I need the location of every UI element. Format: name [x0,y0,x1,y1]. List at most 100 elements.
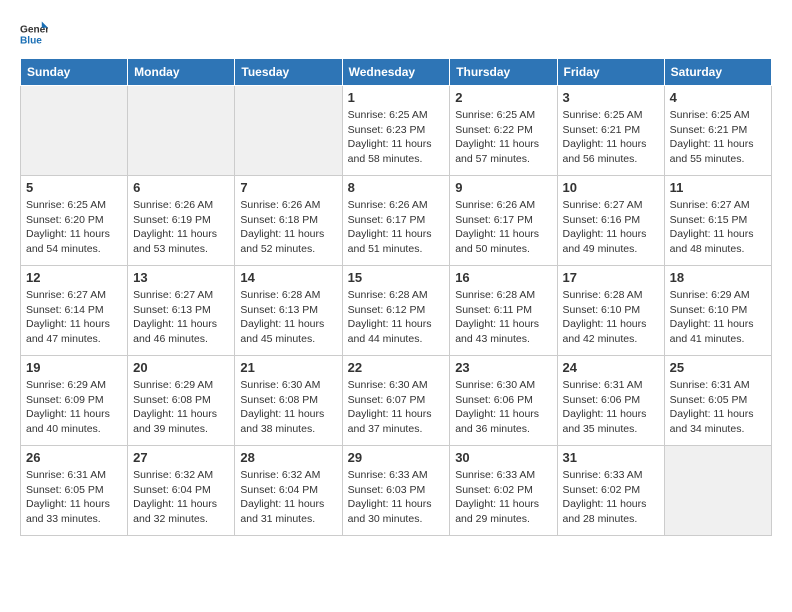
day-number: 11 [670,180,766,195]
cell-content: Sunrise: 6:29 AMSunset: 6:09 PMDaylight:… [26,378,122,437]
day-number: 18 [670,270,766,285]
calendar-cell: 11 Sunrise: 6:27 AMSunset: 6:15 PMDayligh… [664,176,771,266]
day-number: 7 [240,180,336,195]
day-number: 10 [563,180,659,195]
weekday-header-thursday: Thursday [450,59,557,86]
week-row-4: 19 Sunrise: 6:29 AMSunset: 6:09 PMDayligh… [21,356,772,446]
calendar-cell [21,86,128,176]
cell-content: Sunrise: 6:25 AMSunset: 6:21 PMDaylight:… [670,108,766,167]
day-number: 12 [26,270,122,285]
day-number: 25 [670,360,766,375]
day-number: 24 [563,360,659,375]
cell-content: Sunrise: 6:32 AMSunset: 6:04 PMDaylight:… [133,468,229,527]
svg-text:Blue: Blue [20,35,42,46]
week-row-2: 5 Sunrise: 6:25 AMSunset: 6:20 PMDaylight… [21,176,772,266]
cell-content: Sunrise: 6:26 AMSunset: 6:19 PMDaylight:… [133,198,229,257]
day-number: 23 [455,360,551,375]
calendar-cell: 14 Sunrise: 6:28 AMSunset: 6:13 PMDayligh… [235,266,342,356]
cell-content: Sunrise: 6:28 AMSunset: 6:12 PMDaylight:… [348,288,445,347]
cell-content: Sunrise: 6:27 AMSunset: 6:14 PMDaylight:… [26,288,122,347]
cell-content: Sunrise: 6:25 AMSunset: 6:23 PMDaylight:… [348,108,445,167]
calendar-cell: 20Sunrise: 6:29 AMSunset: 6:08 PMDayligh… [128,356,235,446]
cell-content: Sunrise: 6:30 AMSunset: 6:08 PMDaylight:… [240,378,336,437]
week-row-5: 26 Sunrise: 6:31 AMSunset: 6:05 PMDayligh… [21,446,772,536]
day-number: 19 [26,360,122,375]
calendar-cell: 6 Sunrise: 6:26 AMSunset: 6:19 PMDaylight… [128,176,235,266]
day-number: 22 [348,360,445,375]
cell-content: Sunrise: 6:27 AMSunset: 6:16 PMDaylight:… [563,198,659,257]
calendar-cell [664,446,771,536]
calendar-cell: 1Sunrise: 6:25 AMSunset: 6:23 PMDaylight… [342,86,450,176]
cell-content: Sunrise: 6:30 AMSunset: 6:06 PMDaylight:… [455,378,551,437]
cell-content: Sunrise: 6:28 AMSunset: 6:11 PMDaylight:… [455,288,551,347]
calendar-cell: 22 Sunrise: 6:30 AMSunset: 6:07 PMDayligh… [342,356,450,446]
weekday-header-monday: Monday [128,59,235,86]
calendar-cell: 30 Sunrise: 6:33 AMSunset: 6:02 PMDayligh… [450,446,557,536]
day-number: 3 [563,90,659,105]
cell-content: Sunrise: 6:31 AMSunset: 6:05 PMDaylight:… [26,468,122,527]
calendar-cell: 24 Sunrise: 6:31 AMSunset: 6:06 PMDayligh… [557,356,664,446]
weekday-header-saturday: Saturday [664,59,771,86]
calendar-cell: 2 Sunrise: 6:25 AMSunset: 6:22 PMDaylight… [450,86,557,176]
day-number: 2 [455,90,551,105]
calendar-cell: 7Sunrise: 6:26 AMSunset: 6:18 PMDaylight… [235,176,342,266]
cell-content: Sunrise: 6:25 AMSunset: 6:21 PMDaylight:… [563,108,659,167]
cell-content: Sunrise: 6:31 AMSunset: 6:06 PMDaylight:… [563,378,659,437]
calendar-cell: 17 Sunrise: 6:28 AMSunset: 6:10 PMDayligh… [557,266,664,356]
day-number: 26 [26,450,122,465]
cell-content: Sunrise: 6:26 AMSunset: 6:17 PMDaylight:… [348,198,445,257]
week-row-1: 1Sunrise: 6:25 AMSunset: 6:23 PMDaylight… [21,86,772,176]
cell-content: Sunrise: 6:31 AMSunset: 6:05 PMDaylight:… [670,378,766,437]
day-number: 15 [348,270,445,285]
logo-icon: General Blue [20,20,48,48]
day-number: 16 [455,270,551,285]
cell-content: Sunrise: 6:29 AMSunset: 6:10 PMDaylight:… [670,288,766,347]
calendar-cell [128,86,235,176]
calendar-cell: 31 Sunrise: 6:33 AMSunset: 6:02 PMDayligh… [557,446,664,536]
day-number: 9 [455,180,551,195]
calendar-cell: 28Sunrise: 6:32 AMSunset: 6:04 PMDayligh… [235,446,342,536]
day-number: 4 [670,90,766,105]
calendar-cell: 21Sunrise: 6:30 AMSunset: 6:08 PMDayligh… [235,356,342,446]
day-number: 31 [563,450,659,465]
calendar-cell: 12 Sunrise: 6:27 AMSunset: 6:14 PMDayligh… [21,266,128,356]
calendar-cell: 9 Sunrise: 6:26 AMSunset: 6:17 PMDaylight… [450,176,557,266]
cell-content: Sunrise: 6:33 AMSunset: 6:03 PMDaylight:… [348,468,445,527]
calendar-cell: 26 Sunrise: 6:31 AMSunset: 6:05 PMDayligh… [21,446,128,536]
day-number: 17 [563,270,659,285]
cell-content: Sunrise: 6:27 AMSunset: 6:15 PMDaylight:… [670,198,766,257]
cell-content: Sunrise: 6:32 AMSunset: 6:04 PMDaylight:… [240,468,336,527]
calendar-cell [235,86,342,176]
cell-content: Sunrise: 6:25 AMSunset: 6:22 PMDaylight:… [455,108,551,167]
day-number: 13 [133,270,229,285]
day-number: 8 [348,180,445,195]
weekday-header-wednesday: Wednesday [342,59,450,86]
day-number: 6 [133,180,229,195]
calendar-table: SundayMondayTuesdayWednesdayThursdayFrid… [20,58,772,536]
cell-content: Sunrise: 6:28 AMSunset: 6:10 PMDaylight:… [563,288,659,347]
day-number: 5 [26,180,122,195]
cell-content: Sunrise: 6:25 AMSunset: 6:20 PMDaylight:… [26,198,122,257]
week-row-3: 12 Sunrise: 6:27 AMSunset: 6:14 PMDayligh… [21,266,772,356]
cell-content: Sunrise: 6:27 AMSunset: 6:13 PMDaylight:… [133,288,229,347]
cell-content: Sunrise: 6:33 AMSunset: 6:02 PMDaylight:… [455,468,551,527]
calendar-cell: 10 Sunrise: 6:27 AMSunset: 6:16 PMDayligh… [557,176,664,266]
day-number: 27 [133,450,229,465]
calendar-cell: 27 Sunrise: 6:32 AMSunset: 6:04 PMDayligh… [128,446,235,536]
calendar-cell: 4 Sunrise: 6:25 AMSunset: 6:21 PMDaylight… [664,86,771,176]
cell-content: Sunrise: 6:26 AMSunset: 6:17 PMDaylight:… [455,198,551,257]
day-number: 14 [240,270,336,285]
cell-content: Sunrise: 6:28 AMSunset: 6:13 PMDaylight:… [240,288,336,347]
cell-content: Sunrise: 6:29 AMSunset: 6:08 PMDaylight:… [133,378,229,437]
day-number: 30 [455,450,551,465]
calendar-cell: 29 Sunrise: 6:33 AMSunset: 6:03 PMDayligh… [342,446,450,536]
weekday-header-friday: Friday [557,59,664,86]
calendar-cell: 23 Sunrise: 6:30 AMSunset: 6:06 PMDayligh… [450,356,557,446]
cell-content: Sunrise: 6:30 AMSunset: 6:07 PMDaylight:… [348,378,445,437]
cell-content: Sunrise: 6:33 AMSunset: 6:02 PMDaylight:… [563,468,659,527]
page-header: General Blue [20,20,772,48]
logo: General Blue [20,20,48,48]
calendar-cell: 15 Sunrise: 6:28 AMSunset: 6:12 PMDayligh… [342,266,450,356]
day-number: 29 [348,450,445,465]
weekday-header-tuesday: Tuesday [235,59,342,86]
